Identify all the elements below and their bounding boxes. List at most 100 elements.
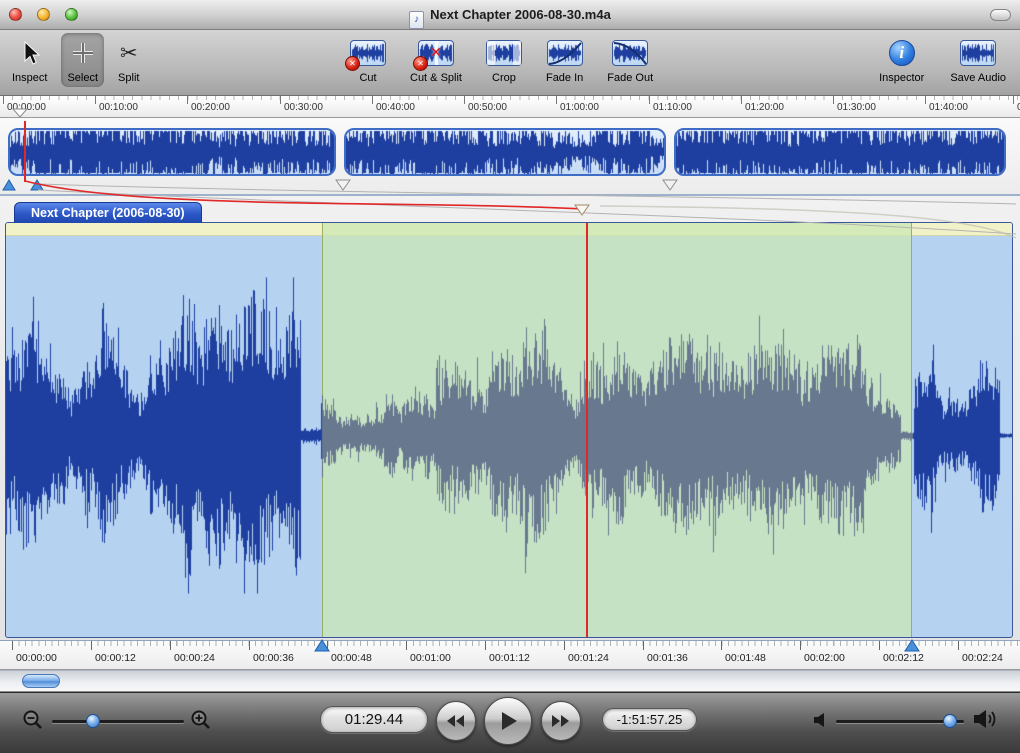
inspect-cursor-icon <box>20 35 40 71</box>
play-icon <box>501 712 517 730</box>
cut-and-split-icon: ✕ ✕ <box>412 35 454 71</box>
tick-label: 00:20:00 <box>191 102 230 113</box>
tool-label: Fade In <box>545 72 584 84</box>
selection-right-handle-icon[interactable] <box>904 639 920 652</box>
zoom-in-button[interactable] <box>190 709 212 731</box>
tick-label: 00:00:36 <box>253 652 294 664</box>
tool-group-actions: ✕ Cut ✕ ✕ Cut & Split Crop Fade In Fade … <box>344 33 659 87</box>
tool-select-button[interactable]: Select <box>61 33 105 87</box>
tick-label: 00:01:36 <box>647 652 688 664</box>
tool-label: Save Audio <box>950 72 1006 84</box>
window-title: ♪ Next Chapter 2006-08-30.m4a <box>0 0 1020 30</box>
tool-label: Crop <box>492 72 516 84</box>
volume-min-speaker-icon <box>814 713 824 727</box>
fade-in-button[interactable]: Fade In <box>540 33 589 87</box>
zoom-slider-thumb[interactable] <box>86 714 100 728</box>
tick-label: 00:30:00 <box>284 102 323 113</box>
minor-ticks <box>3 96 1020 100</box>
inspector-button[interactable]: i Inspector <box>873 33 930 87</box>
cut-and-split-button[interactable]: ✕ ✕ Cut & Split <box>404 33 468 87</box>
selection-left-handle-icon[interactable] <box>314 639 330 652</box>
tool-label: Cut & Split <box>410 72 462 84</box>
crop-icon <box>485 35 522 71</box>
toolbar-toggle-button[interactable] <box>990 9 1011 21</box>
save-audio-icon <box>960 35 997 71</box>
horizontal-scrollbar[interactable] <box>0 670 1020 692</box>
tick-label: 00:01:00 <box>410 652 451 664</box>
fast-forward-button[interactable] <box>541 701 581 741</box>
fast-forward-icon <box>552 715 569 727</box>
tool-group-modes: Inspect Select ✂ Split <box>6 33 145 87</box>
tick-label: 00:01:48 <box>725 652 766 664</box>
fade-out-button[interactable]: Fade Out <box>601 33 659 87</box>
tool-label: Cut <box>359 72 377 84</box>
overview-segment-2[interactable] <box>344 128 666 176</box>
tick-label: 00:01:24 <box>568 652 609 664</box>
tool-split-button[interactable]: ✂ Split <box>112 33 145 87</box>
zoom-out-button[interactable] <box>22 709 44 731</box>
minor-ticks <box>12 641 1020 646</box>
cut-icon: ✕ <box>345 35 386 71</box>
rewind-icon <box>447 715 464 727</box>
tick-label: 00:02:12 <box>883 652 924 664</box>
main-ruler[interactable]: 00:00:00 00:00:12 00:00:24 00:00:36 00:0… <box>0 639 1020 670</box>
window-title-text: Next Chapter 2006-08-30.m4a <box>430 7 611 22</box>
play-button[interactable] <box>484 697 532 745</box>
tool-label: Inspect <box>12 72 48 84</box>
playhead-handle-icon[interactable] <box>574 204 590 216</box>
scrollbar-thumb[interactable] <box>22 674 60 688</box>
overview-segment-1[interactable] <box>8 128 336 176</box>
playhead-line[interactable] <box>586 223 588 637</box>
split-handle-icon[interactable] <box>335 179 351 191</box>
inspector-info-icon: i <box>888 35 915 71</box>
zoom-slider[interactable] <box>52 714 184 728</box>
remaining-time-display: -1:51:57.25 <box>602 708 697 731</box>
rewind-button[interactable] <box>436 701 476 741</box>
tool-inspect-button[interactable]: Inspect <box>6 33 53 87</box>
selection-end-marker-icon[interactable] <box>30 179 44 191</box>
audio-document-icon: ♪ <box>409 11 425 29</box>
tick-label: 01:40:00 <box>929 102 968 113</box>
tick-label: 00:00:24 <box>174 652 215 664</box>
tick-label: 01:00:00 <box>560 102 599 113</box>
waveform-canvas[interactable] <box>6 236 1012 637</box>
fade-in-icon <box>546 35 583 71</box>
tick-label: 00:10:00 <box>99 102 138 113</box>
tick-label: 00:00:00 <box>16 652 57 664</box>
crop-button[interactable]: Crop <box>480 33 528 87</box>
fade-out-icon <box>612 35 649 71</box>
tick-label: 00:50:00 <box>468 102 507 113</box>
tool-label: Fade Out <box>607 72 654 84</box>
overview-strip[interactable] <box>0 118 1020 196</box>
save-audio-button[interactable]: Save Audio <box>944 33 1012 87</box>
tool-group-right: i Inspector Save Audio <box>873 33 1012 87</box>
volume-slider[interactable] <box>836 714 964 728</box>
fission-window: ♪ Next Chapter 2006-08-30.m4a Inspect Sel… <box>0 0 1020 753</box>
cut-button[interactable]: ✕ Cut <box>344 33 392 87</box>
tick-label: 01:20:00 <box>745 102 784 113</box>
tick-label: 00:02:24 <box>962 652 1003 664</box>
view-range-marker-icon[interactable] <box>12 108 28 118</box>
volume-max-speaker-icon <box>974 710 996 728</box>
selection-start-marker-icon[interactable] <box>2 179 16 191</box>
tick-label: 00:00:12 <box>95 652 136 664</box>
overview-playhead[interactable] <box>24 121 26 182</box>
split-handle-icon[interactable] <box>662 179 678 191</box>
tool-label: Split <box>118 72 140 84</box>
tick-label: 00:40:00 <box>376 102 415 113</box>
overview-segment-3[interactable] <box>674 128 1006 176</box>
track-title-tab[interactable]: Next Chapter (2006-08-30) <box>14 202 202 223</box>
tick-label: 00:01:12 <box>489 652 530 664</box>
tick-label: 01:30:00 <box>837 102 876 113</box>
volume-slider-thumb[interactable] <box>943 714 957 728</box>
tick-label: 01:10:00 <box>653 102 692 113</box>
waveform-clip[interactable] <box>5 222 1013 638</box>
titlebar[interactable]: ♪ Next Chapter 2006-08-30.m4a <box>0 0 1020 30</box>
toolbar: Inspect Select ✂ Split ✕ Cut ✕ ✕ Cut & S… <box>0 30 1020 96</box>
current-time-display: 01:29.44 <box>320 706 428 733</box>
overview-ruler[interactable]: 00:00:00 00:10:00 00:20:00 00:30:00 00:4… <box>0 96 1020 118</box>
select-crosshair-icon <box>71 35 95 71</box>
tool-label: Inspector <box>879 72 925 84</box>
control-bar: 01:29.44 -1:51:57.25 <box>0 692 1020 753</box>
tick-label: 00:00:48 <box>331 652 372 664</box>
